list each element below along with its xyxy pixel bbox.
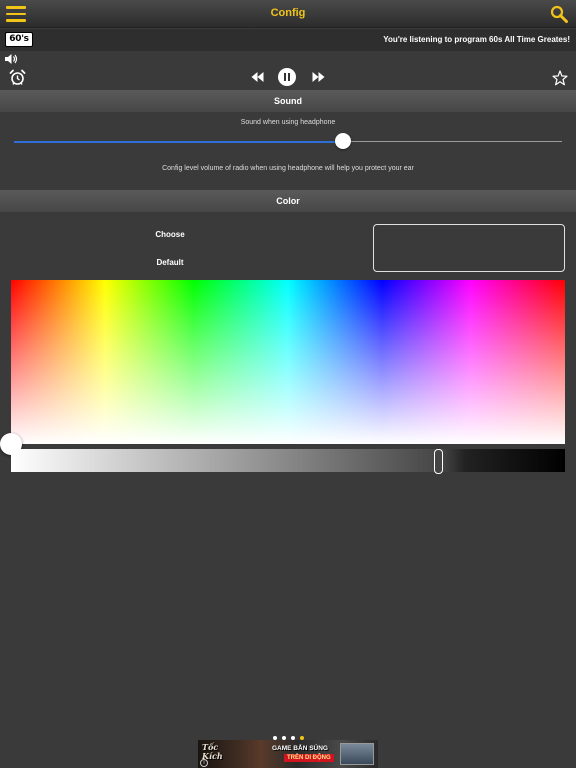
default-color-button[interactable]: Default [140,258,200,267]
color-section-header: Color [0,190,576,212]
speaker-icon[interactable] [4,53,18,65]
star-outline-icon[interactable] [552,70,568,86]
search-icon[interactable] [550,5,568,23]
sound-caption: Sound when using headphone [240,119,336,126]
rewind-icon[interactable] [251,71,264,83]
sound-section-header: Sound [0,90,576,112]
ad-banner[interactable]: Tốc Kích GAME BẮN SÚNG TRÊN DI ĐỘNG i [198,740,378,768]
station-logo: 60's [5,32,33,47]
ad-headline: GAME BẮN SÚNG [272,745,328,752]
brightness-slider[interactable] [11,449,565,472]
ad-info-icon[interactable]: i [200,759,208,767]
ad-subline: TRÊN DI ĐỘNG [284,754,334,762]
selected-color-preview [373,224,565,272]
pause-button[interactable] [278,68,296,86]
alarm-clock-icon[interactable] [9,69,26,86]
headphone-volume-slider[interactable] [14,133,562,149]
volume-slider-fill [14,140,343,143]
sound-description: Config level volume of radio when using … [162,165,414,172]
volume-slider-thumb[interactable] [334,133,351,149]
top-navigation-bar: Config [0,0,576,28]
ad-thumbnail-image [340,743,374,765]
color-spectrum-picker[interactable] [11,280,565,444]
now-playing-text: You're listening to program 60s All Time… [383,35,570,44]
now-playing-bar: 60's You're listening to program 60s All… [0,29,576,51]
choose-color-button[interactable]: Choose [140,230,200,239]
brightness-slider-handle[interactable] [433,449,443,474]
page-title: Config [270,7,306,19]
fast-forward-icon[interactable] [312,71,325,83]
